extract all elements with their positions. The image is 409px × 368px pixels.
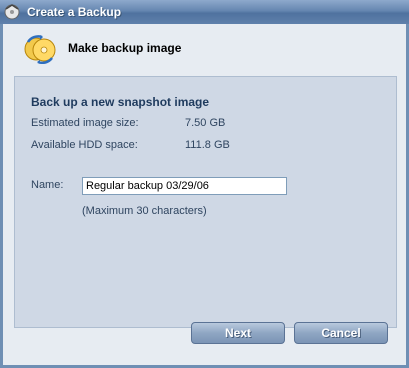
backup-name-input[interactable]	[82, 177, 287, 195]
name-hint: (Maximum 30 characters)	[82, 205, 207, 217]
estimated-size-label: Estimated image size:	[31, 117, 139, 129]
header-title: Make backup image	[68, 41, 182, 55]
backup-app-icon	[4, 4, 20, 20]
name-label: Name:	[31, 179, 64, 191]
snapshot-panel: Back up a new snapshot image Estimated i…	[14, 76, 397, 328]
dialog-body: Make backup image Back up a new snapshot…	[3, 24, 406, 365]
create-backup-window: Create a Backup Make backup image Back u…	[0, 0, 409, 368]
available-space-value: 111.8 GB	[185, 139, 230, 151]
panel-title: Back up a new snapshot image	[31, 95, 210, 109]
window-title: Create a Backup	[27, 5, 122, 19]
available-space-label: Available HDD space:	[31, 139, 138, 151]
title-bar[interactable]: Create a Backup	[0, 0, 409, 24]
next-button[interactable]: Next	[191, 322, 285, 344]
cancel-button[interactable]: Cancel	[294, 322, 388, 344]
backup-discs-icon	[24, 35, 56, 64]
estimated-size-value: 7.50 GB	[185, 117, 226, 129]
